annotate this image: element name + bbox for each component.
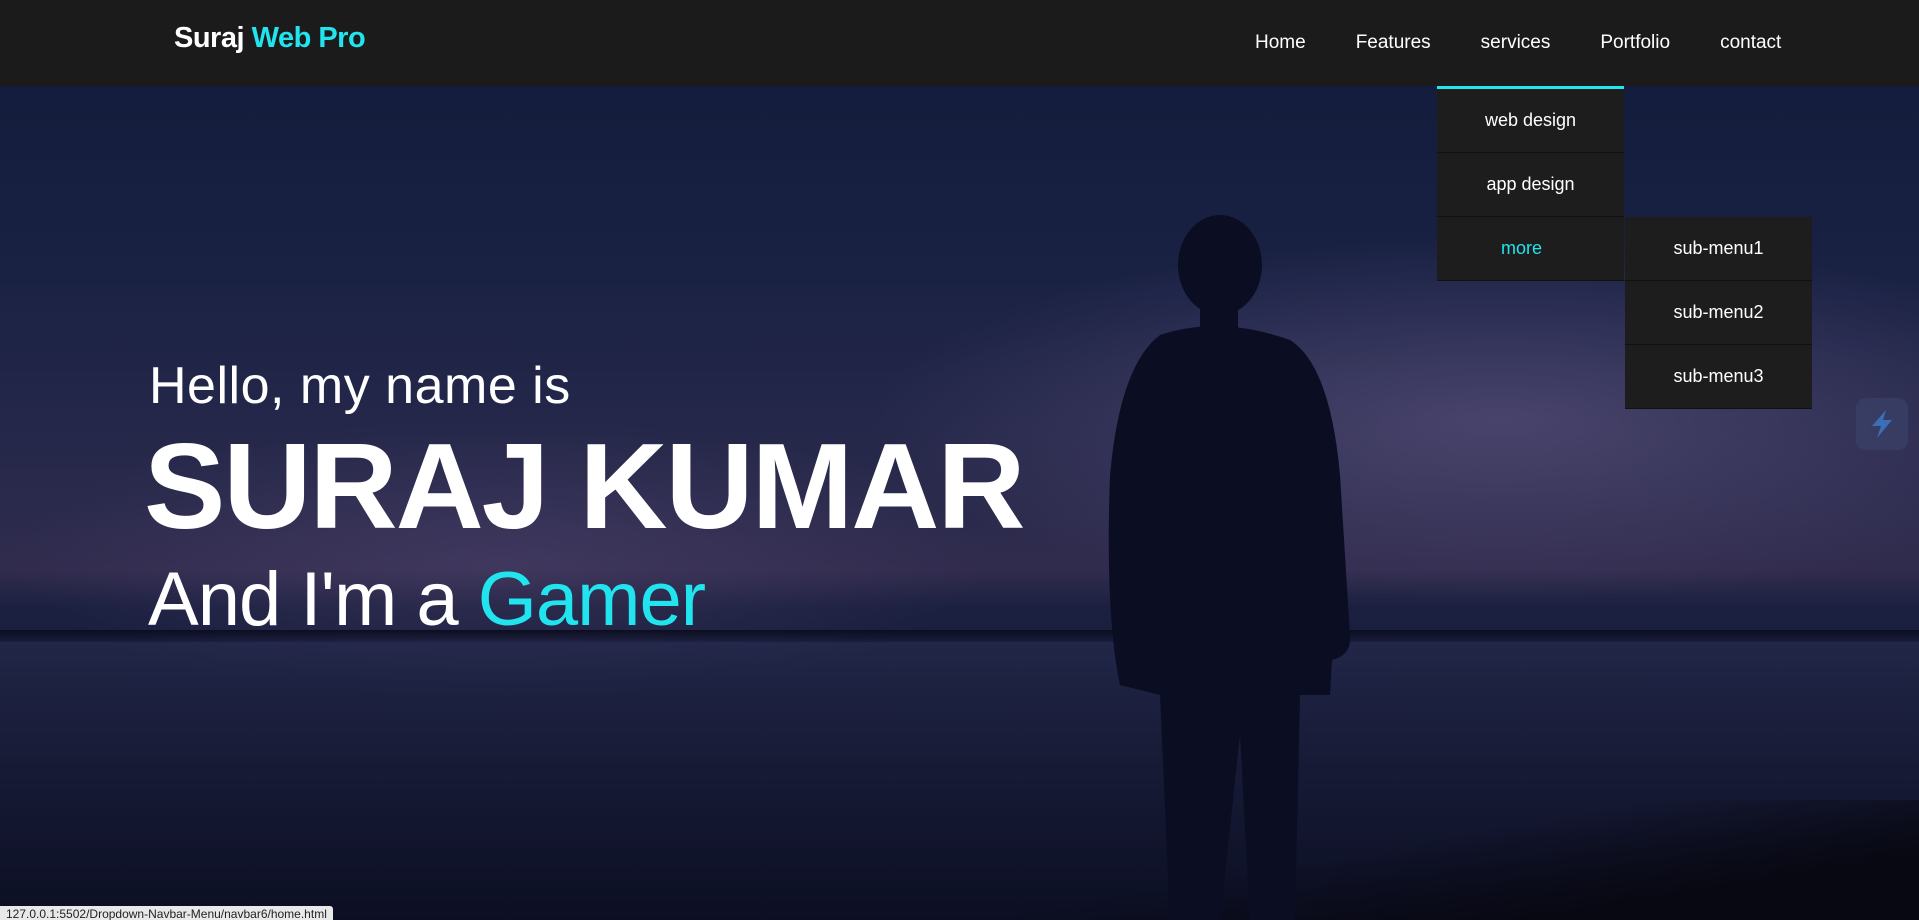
navbar: Suraj Web Pro Home Features services Por… (0, 0, 1919, 86)
brand-name-accent: Web Pro (251, 22, 366, 54)
hero-greeting: Hello, my name is (149, 357, 571, 415)
nav-contact[interactable]: contact (1695, 0, 1806, 86)
hero-role: And I'm a Gamer (148, 562, 706, 638)
more-submenu: sub-menu1 sub-menu2 sub-menu3 (1625, 217, 1812, 409)
submenu-item-1[interactable]: sub-menu1 (1625, 217, 1812, 281)
dropdown-item-more[interactable]: more (1437, 217, 1624, 281)
brand-name-first: Suraj (174, 22, 252, 54)
lightning-icon (1872, 410, 1892, 438)
person-silhouette (1108, 215, 1351, 920)
nav-features[interactable]: Features (1331, 0, 1456, 86)
hero-role-prefix: And I'm a (148, 557, 478, 642)
services-dropdown: web design app design more (1437, 86, 1624, 281)
nav-links: Home Features services Portfolio contact (1230, 0, 1806, 86)
submenu-item-3[interactable]: sub-menu3 (1625, 345, 1812, 409)
floating-widget-button[interactable] (1856, 398, 1908, 450)
status-bar-url: 127.0.0.1:5502/Dropdown-Navbar-Menu/navb… (0, 906, 333, 920)
dropdown-item-app-design[interactable]: app design (1437, 153, 1624, 217)
nav-home[interactable]: Home (1230, 0, 1331, 86)
nav-portfolio[interactable]: Portfolio (1575, 0, 1695, 86)
submenu-item-2[interactable]: sub-menu2 (1625, 281, 1812, 345)
brand-logo[interactable]: Suraj Web Pro (174, 22, 366, 55)
nav-services[interactable]: services (1456, 0, 1576, 86)
hero-name: SURAJ KUMAR (144, 418, 1025, 554)
dropdown-item-web-design[interactable]: web design (1437, 89, 1624, 153)
hero-role-word: Gamer (477, 557, 706, 642)
page: Suraj Web Pro Home Features services Por… (0, 0, 1919, 920)
